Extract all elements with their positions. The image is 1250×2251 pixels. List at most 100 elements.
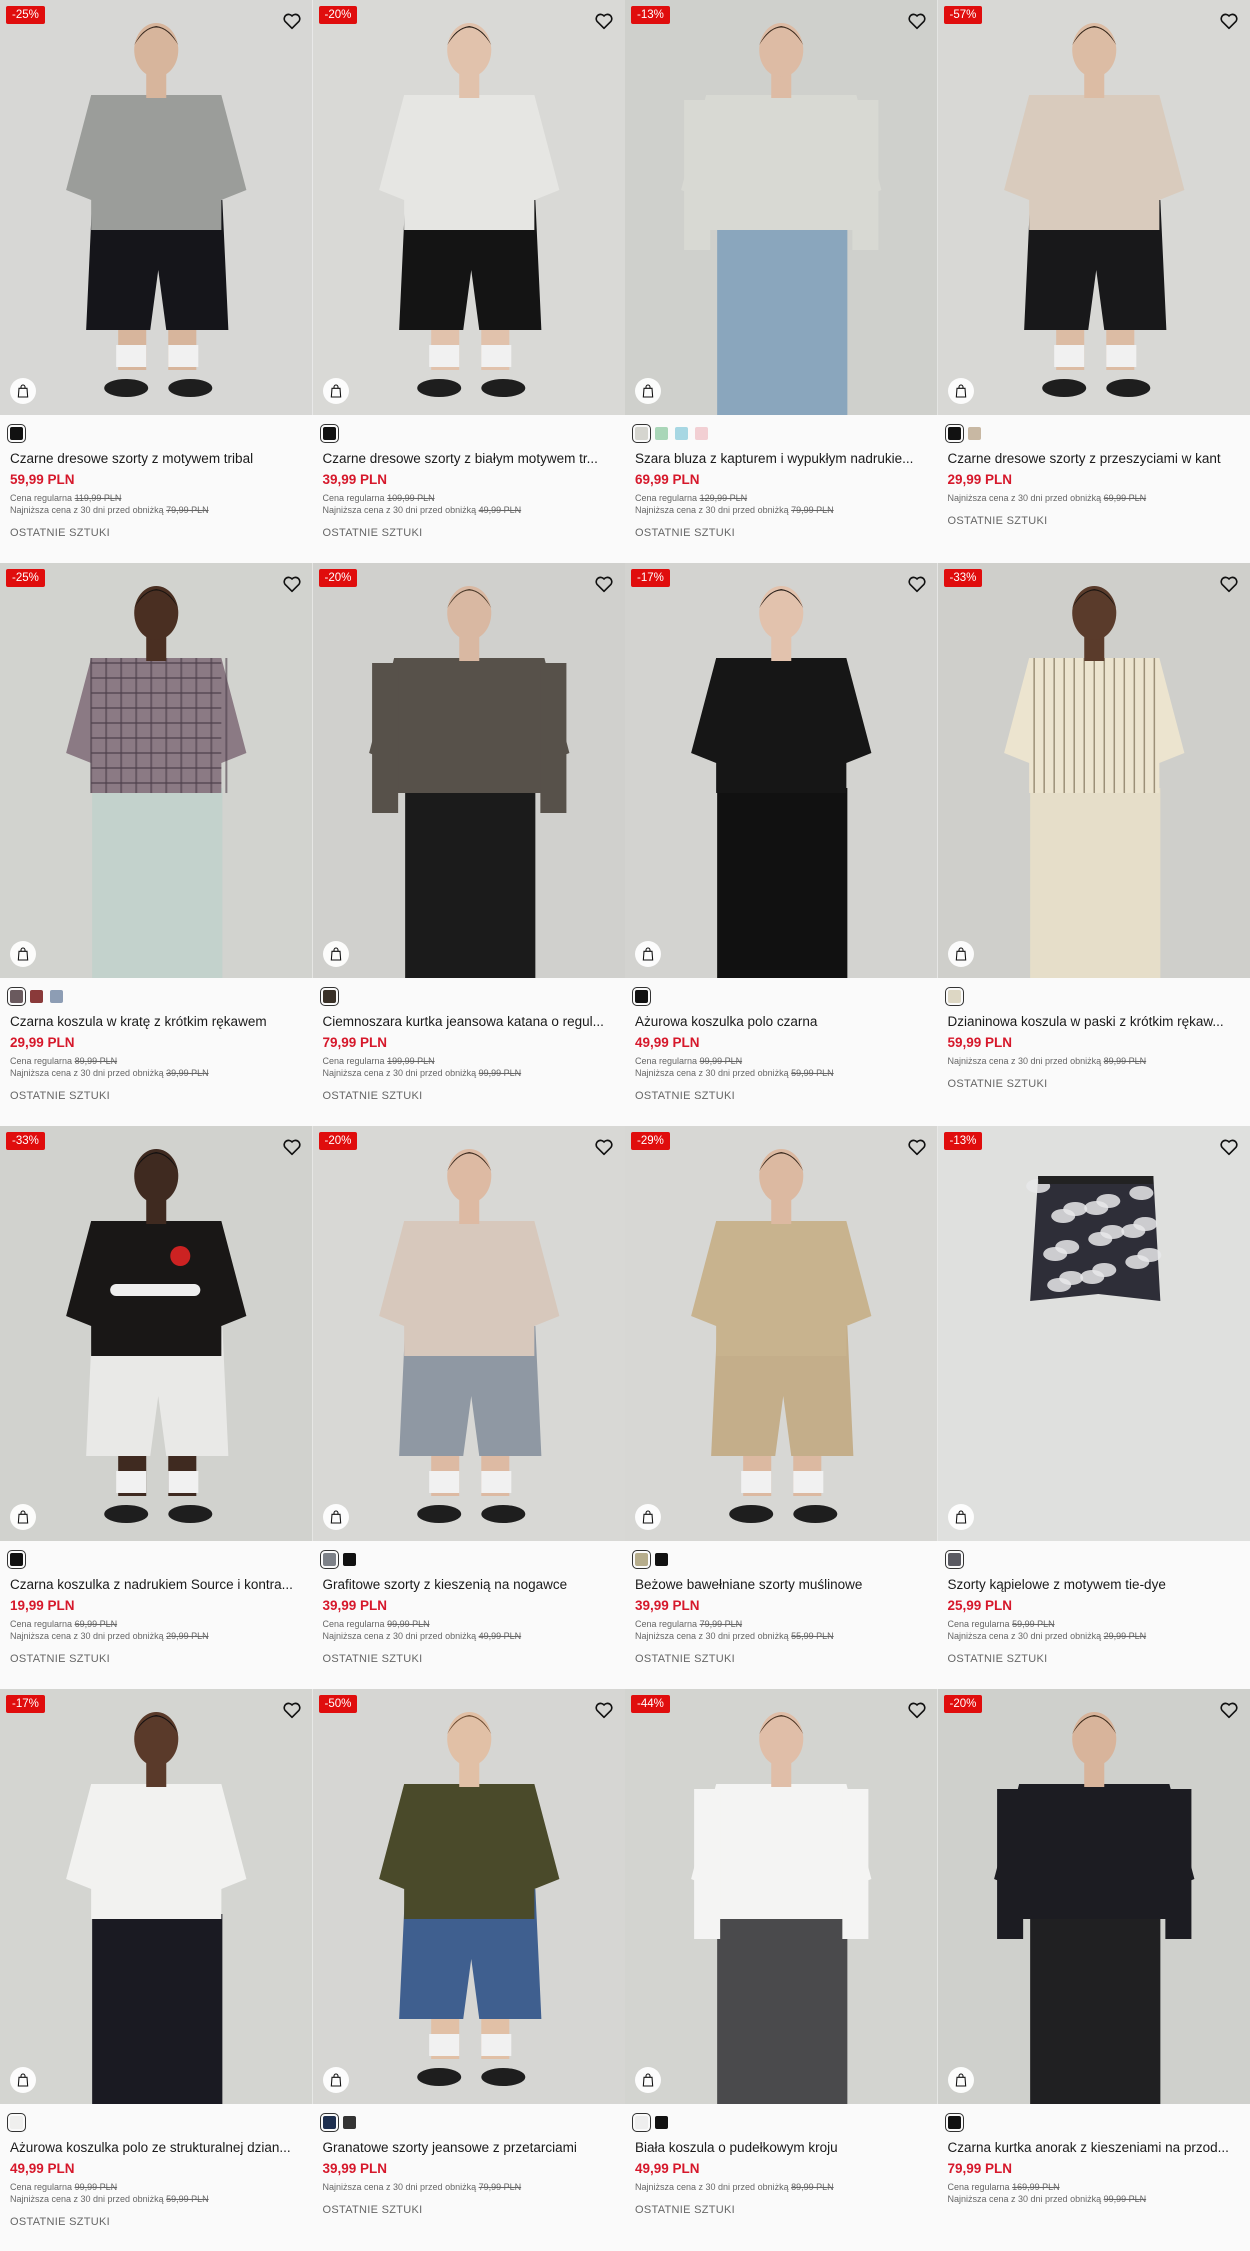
product-card[interactable]: -20% Czarne dresowe szorty z białym motyw… xyxy=(312,0,625,563)
product-name[interactable]: Ciemnoszara kurtka jeansowa katana o reg… xyxy=(323,1013,619,1031)
shopping-bag-icon[interactable] xyxy=(947,941,974,967)
color-swatch[interactable] xyxy=(655,1553,668,1566)
shopping-bag-icon[interactable] xyxy=(10,1504,36,1530)
color-swatch[interactable] xyxy=(944,987,964,1006)
product-photo[interactable] xyxy=(0,1689,313,2104)
color-swatch[interactable] xyxy=(655,2116,668,2129)
shopping-bag-icon[interactable] xyxy=(947,1504,974,1530)
product-name[interactable]: Szorty kąpielowe z motywem tie-dye xyxy=(948,1576,1244,1594)
color-swatch[interactable] xyxy=(944,424,964,443)
shopping-bag-icon[interactable] xyxy=(635,378,661,404)
product-photo[interactable] xyxy=(625,1689,938,2104)
heart-icon[interactable] xyxy=(906,1136,928,1158)
product-card[interactable]: -44% Biała koszula o pudełkowym kroju 49,9… xyxy=(625,1689,938,2251)
color-swatch[interactable] xyxy=(967,427,981,440)
product-photo[interactable] xyxy=(937,1689,1250,2104)
color-swatch[interactable] xyxy=(944,1550,964,1569)
shopping-bag-icon[interactable] xyxy=(10,378,36,404)
product-photo[interactable] xyxy=(625,563,938,978)
product-name[interactable]: Szara bluza z kapturem i wypukłym nadruk… xyxy=(635,450,931,468)
heart-icon[interactable] xyxy=(906,10,928,32)
heart-icon[interactable] xyxy=(281,573,303,595)
color-swatch[interactable] xyxy=(632,987,651,1006)
product-card[interactable]: -17% Ażurowa koszulka polo czarna 49,99 PL… xyxy=(625,563,938,1126)
shopping-bag-icon[interactable] xyxy=(635,941,661,967)
product-card[interactable]: -33% Czarna koszulka z nadrukiem Source i… xyxy=(0,1126,313,1689)
heart-icon[interactable] xyxy=(906,573,928,595)
product-card[interactable]: -57% Czarne dresowe szorty z przeszyciami… xyxy=(937,0,1250,563)
product-name[interactable]: Grafitowe szorty z kieszenią na nogawce xyxy=(323,1576,619,1594)
color-swatch[interactable] xyxy=(7,987,26,1006)
color-swatch[interactable] xyxy=(7,424,26,443)
shopping-bag-icon[interactable] xyxy=(635,1504,661,1530)
color-swatch[interactable] xyxy=(632,1550,651,1569)
shopping-bag-icon[interactable] xyxy=(635,2067,661,2093)
heart-icon[interactable] xyxy=(1218,573,1240,595)
shopping-bag-icon[interactable] xyxy=(322,941,349,967)
color-swatch[interactable] xyxy=(632,2113,651,2132)
shopping-bag-icon[interactable] xyxy=(322,378,349,404)
product-name[interactable]: Ażurowa koszulka polo ze strukturalnej d… xyxy=(10,2139,306,2157)
color-swatch[interactable] xyxy=(632,424,651,443)
product-name[interactable]: Czarna koszulka z nadrukiem Source i kon… xyxy=(10,1576,306,1594)
product-photo[interactable] xyxy=(0,1126,313,1541)
product-photo[interactable] xyxy=(937,1126,1250,1541)
color-swatch[interactable] xyxy=(319,987,339,1006)
shopping-bag-icon[interactable] xyxy=(322,1504,349,1530)
heart-icon[interactable] xyxy=(593,10,615,32)
product-card[interactable]: -25% Czarne dresowe szorty z motywem trib… xyxy=(0,0,313,563)
product-photo[interactable] xyxy=(625,0,938,415)
heart-icon[interactable] xyxy=(1218,10,1240,32)
heart-icon[interactable] xyxy=(593,1136,615,1158)
color-swatch[interactable] xyxy=(50,990,63,1003)
color-swatch[interactable] xyxy=(7,1550,26,1569)
heart-icon[interactable] xyxy=(1218,1699,1240,1721)
product-name[interactable]: Biała koszula o pudełkowym kroju xyxy=(635,2139,931,2157)
product-card[interactable]: -25% Czarna koszula w kratę z krótkim ręk… xyxy=(0,563,313,1126)
product-card[interactable]: -29% Beżowe bawełniane szorty muślinowe 39… xyxy=(625,1126,938,1689)
product-name[interactable]: Czarne dresowe szorty z przeszyciami w k… xyxy=(948,450,1244,468)
color-swatch[interactable] xyxy=(944,2113,964,2132)
color-swatch[interactable] xyxy=(7,2113,26,2132)
shopping-bag-icon[interactable] xyxy=(947,2067,974,2093)
color-swatch[interactable] xyxy=(30,990,43,1003)
product-name[interactable]: Czarne dresowe szorty z motywem tribal xyxy=(10,450,306,468)
color-swatch[interactable] xyxy=(342,1553,356,1566)
product-card[interactable]: -20% Ciemnoszara kurtka jeansowa katana o… xyxy=(312,563,625,1126)
product-photo[interactable] xyxy=(312,1126,625,1541)
product-photo[interactable] xyxy=(312,0,625,415)
product-name[interactable]: Czarna kurtka anorak z kieszeniami na pr… xyxy=(948,2139,1244,2157)
product-card[interactable]: -20% Grafitowe szorty z kieszenią na noga… xyxy=(312,1126,625,1689)
shopping-bag-icon[interactable] xyxy=(10,941,36,967)
product-card[interactable]: -50% Granatowe szorty jeansowe z przetarc… xyxy=(312,1689,625,2251)
product-photo[interactable] xyxy=(312,1689,625,2104)
heart-icon[interactable] xyxy=(593,573,615,595)
heart-icon[interactable] xyxy=(281,1699,303,1721)
heart-icon[interactable] xyxy=(1218,1136,1240,1158)
heart-icon[interactable] xyxy=(281,10,303,32)
shopping-bag-icon[interactable] xyxy=(947,378,974,404)
color-swatch[interactable] xyxy=(319,1550,339,1569)
color-swatch[interactable] xyxy=(675,427,688,440)
product-name[interactable]: Ażurowa koszulka polo czarna xyxy=(635,1013,931,1031)
product-photo[interactable] xyxy=(937,563,1250,978)
product-card[interactable]: -13% Szorty kąpielowe z motywem tie-dye 25… xyxy=(937,1126,1250,1689)
product-name[interactable]: Czarne dresowe szorty z białym motywem t… xyxy=(323,450,619,468)
product-photo[interactable] xyxy=(0,563,313,978)
color-swatch[interactable] xyxy=(319,2113,339,2132)
product-card[interactable]: -17% Ażurowa koszulka polo ze strukturaln… xyxy=(0,1689,313,2251)
color-swatch[interactable] xyxy=(319,424,339,443)
product-card[interactable]: -20% Czarna kurtka anorak z kieszeniami n… xyxy=(937,1689,1250,2251)
product-name[interactable]: Czarna koszula w kratę z krótkim rękawem xyxy=(10,1013,306,1031)
product-card[interactable]: -33% Dzianinowa koszula w paski z krótkim… xyxy=(937,563,1250,1126)
product-name[interactable]: Granatowe szorty jeansowe z przetarciami xyxy=(323,2139,619,2157)
product-photo[interactable] xyxy=(312,563,625,978)
product-photo[interactable] xyxy=(625,1126,938,1541)
heart-icon[interactable] xyxy=(906,1699,928,1721)
color-swatch[interactable] xyxy=(695,427,708,440)
color-swatch[interactable] xyxy=(655,427,668,440)
product-name[interactable]: Beżowe bawełniane szorty muślinowe xyxy=(635,1576,931,1594)
shopping-bag-icon[interactable] xyxy=(10,2067,36,2093)
heart-icon[interactable] xyxy=(281,1136,303,1158)
product-name[interactable]: Dzianinowa koszula w paski z krótkim ręk… xyxy=(948,1013,1244,1031)
